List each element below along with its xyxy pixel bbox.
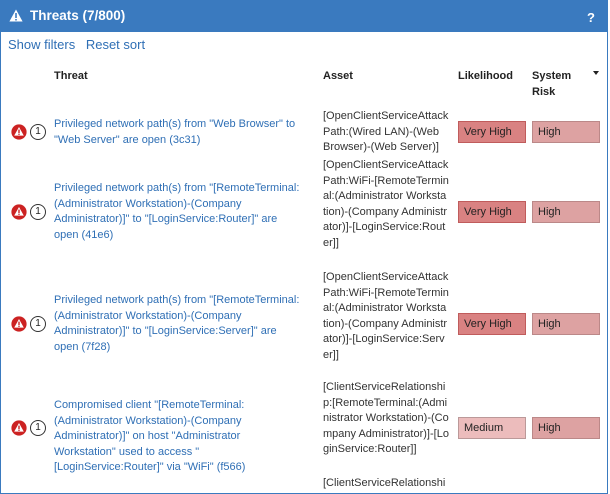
table-actions: Show filters Reset sort	[8, 37, 152, 52]
asset-text: [OpenClientServiceAttackPath:(Wired LAN)…	[323, 110, 449, 153]
asset-text: [ClientServiceRelationshi	[323, 477, 446, 489]
column-header-asset[interactable]: Asset	[323, 68, 353, 84]
warning-triangle-icon	[9, 9, 23, 22]
asset-text: [OpenClientServiceAttackPath:WiFi-[Remot…	[323, 271, 449, 361]
row-icons: 1	[11, 316, 46, 332]
threat-link[interactable]: Privileged network path(s) from "[Remote…	[54, 293, 304, 355]
alert-triangle-icon	[11, 124, 27, 140]
threats-panel: Threats (7/800) ? Show filters Reset sor…	[0, 0, 608, 494]
system-risk-value[interactable]: High	[532, 121, 600, 143]
asset-text: [ClientServiceRelationship:[RemoteTermin…	[323, 381, 449, 455]
likelihood-select[interactable]: Very High	[458, 121, 526, 143]
likelihood-select[interactable]: Medium	[458, 417, 526, 439]
alert-triangle-icon	[11, 420, 27, 436]
column-header-threat[interactable]: Threat	[54, 68, 88, 84]
row-icons: 1	[11, 420, 46, 436]
threat-link[interactable]: Compromised client "[RemoteTerminal:(Adm…	[54, 398, 304, 476]
column-header-likelihood[interactable]: Likelihood	[458, 68, 513, 84]
panel-header: Threats (7/800) ?	[1, 1, 607, 32]
threat-count-badge: 1	[30, 124, 46, 140]
sort-descending-icon[interactable]	[593, 71, 599, 75]
system-risk-value[interactable]: High	[532, 417, 600, 439]
alert-triangle-icon	[11, 316, 27, 332]
likelihood-select[interactable]: Very High	[458, 201, 526, 223]
row-icons: 1	[11, 124, 46, 140]
threat-count-badge: 1	[30, 420, 46, 436]
system-risk-value[interactable]: High	[532, 313, 600, 335]
threat-link[interactable]: Privileged network path(s) from "Web Bro…	[54, 117, 304, 148]
show-filters-link[interactable]: Show filters	[8, 37, 75, 52]
column-header-system-risk-line1: System	[532, 70, 572, 82]
threat-link[interactable]: Privileged network path(s) from "[Remote…	[54, 181, 304, 243]
reset-sort-link[interactable]: Reset sort	[86, 37, 145, 52]
threat-count-badge: 1	[30, 316, 46, 332]
likelihood-select[interactable]: Very High	[458, 313, 526, 335]
help-button[interactable]: ?	[587, 10, 595, 25]
column-header-system-risk[interactable]: System Risk	[532, 68, 571, 100]
row-icons: 1	[11, 204, 46, 220]
column-header-system-risk-line2: Risk	[532, 86, 556, 98]
system-risk-value[interactable]: High	[532, 201, 600, 223]
alert-triangle-icon	[11, 204, 27, 220]
threat-count-badge: 1	[30, 204, 46, 220]
asset-text: [OpenClientServiceAttackPath:WiFi-[Remot…	[323, 159, 449, 249]
panel-title: Threats (7/800)	[30, 8, 126, 23]
